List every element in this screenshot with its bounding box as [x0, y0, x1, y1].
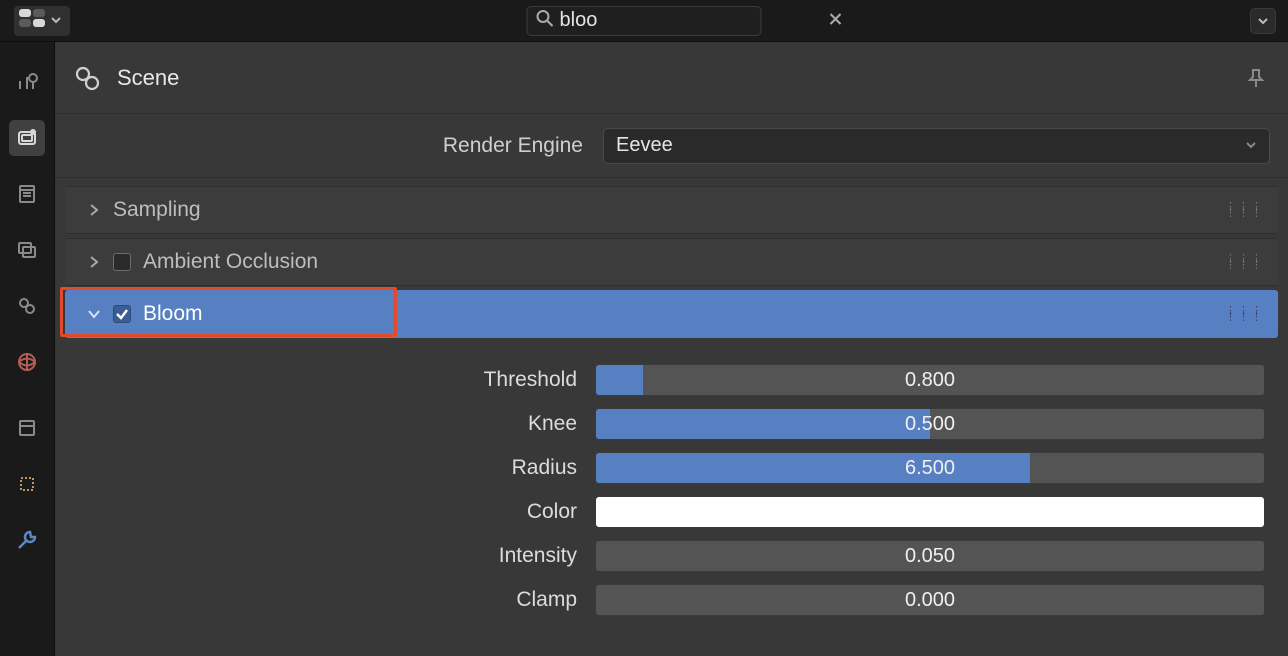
annotation-highlight-box: [60, 287, 397, 337]
threshold-value: 0.800: [905, 369, 955, 392]
chevron-right-icon: [87, 255, 101, 269]
topbar: [0, 0, 1288, 42]
chevron-down-icon: [87, 307, 101, 321]
prop-color: Color: [55, 490, 1288, 534]
rail-output[interactable]: [9, 176, 45, 212]
rail-world[interactable]: [9, 344, 45, 380]
search-icon: [536, 9, 554, 33]
drag-handle-icon[interactable]: ⋮⋮⋮⋮⋮⋮: [1225, 256, 1264, 268]
properties-tabs-rail: [0, 42, 55, 656]
properties-content: Scene Render Engine Eevee Sampling ⋮⋮⋮: [55, 42, 1288, 656]
color-label: Color: [55, 500, 595, 524]
drag-handle-icon[interactable]: ⋮⋮⋮⋮⋮⋮: [1225, 204, 1264, 216]
intensity-value: 0.050: [905, 545, 955, 568]
chevron-down-icon: [1245, 134, 1257, 157]
intensity-field[interactable]: 0.050: [595, 540, 1265, 572]
rail-modifiers[interactable]: [9, 522, 45, 558]
context-title: Scene: [117, 65, 179, 91]
knee-value: 0.500: [905, 413, 955, 436]
render-engine-label: Render Engine: [55, 134, 603, 158]
render-engine-row: Render Engine Eevee: [55, 114, 1288, 178]
context-header: Scene: [55, 42, 1288, 114]
rail-view-layer[interactable]: [9, 232, 45, 268]
topbar-right: [1250, 8, 1276, 34]
knee-fill: [596, 409, 930, 439]
knee-label: Knee: [55, 412, 595, 436]
editor-type-dropdown[interactable]: [14, 6, 70, 36]
scene-icon: [73, 64, 101, 92]
clamp-label: Clamp: [55, 588, 595, 612]
rail-tool[interactable]: [9, 64, 45, 100]
intensity-label: Intensity: [55, 544, 595, 568]
search-input[interactable]: [560, 9, 825, 32]
chevron-right-icon: [87, 203, 101, 217]
prop-clamp: Clamp 0.000: [55, 578, 1288, 622]
threshold-fill: [596, 365, 643, 395]
rail-render[interactable]: [9, 120, 45, 156]
editor-type-icon: [18, 8, 46, 34]
search-input-wrap[interactable]: [527, 6, 762, 36]
bloom-properties: Threshold 0.800 Knee 0.500 Radius 6.500: [55, 340, 1288, 622]
panel-sampling-title: Sampling: [113, 198, 201, 222]
radius-fill: [596, 453, 1030, 483]
prop-intensity: Intensity 0.050: [55, 534, 1288, 578]
threshold-label: Threshold: [55, 368, 595, 392]
prop-knee: Knee 0.500: [55, 402, 1288, 446]
rail-scene[interactable]: [9, 288, 45, 324]
drag-handle-icon[interactable]: ⋮⋮⋮⋮⋮⋮: [1225, 308, 1264, 320]
clamp-field[interactable]: 0.000: [595, 584, 1265, 616]
panel-ao-title: Ambient Occlusion: [143, 250, 318, 274]
render-engine-select[interactable]: Eevee: [603, 128, 1270, 164]
radius-label: Radius: [55, 456, 595, 480]
clamp-value: 0.000: [905, 589, 955, 612]
radius-value: 6.500: [905, 457, 955, 480]
options-dropdown[interactable]: [1250, 8, 1276, 34]
prop-threshold: Threshold 0.800: [55, 358, 1288, 402]
panel-bloom-title: Bloom: [143, 302, 203, 326]
bloom-enable-checkbox[interactable]: [113, 305, 131, 323]
ao-enable-checkbox[interactable]: [113, 253, 131, 271]
prop-radius: Radius 6.500: [55, 446, 1288, 490]
rail-constraints[interactable]: [9, 466, 45, 502]
radius-slider[interactable]: 6.500: [595, 452, 1265, 484]
knee-slider[interactable]: 0.500: [595, 408, 1265, 440]
color-swatch[interactable]: [595, 496, 1265, 528]
panel-sampling[interactable]: Sampling ⋮⋮⋮⋮⋮⋮: [65, 186, 1278, 234]
chevron-down-icon: [50, 9, 62, 32]
threshold-slider[interactable]: 0.800: [595, 364, 1265, 396]
panel-bloom[interactable]: Bloom ⋮⋮⋮⋮⋮⋮: [65, 290, 1278, 338]
panel-ambient-occlusion[interactable]: Ambient Occlusion ⋮⋮⋮⋮⋮⋮: [65, 238, 1278, 286]
pin-icon[interactable]: [1242, 64, 1270, 92]
render-engine-value: Eevee: [616, 134, 673, 157]
search-clear-icon[interactable]: [825, 10, 847, 31]
rail-object[interactable]: [9, 410, 45, 446]
